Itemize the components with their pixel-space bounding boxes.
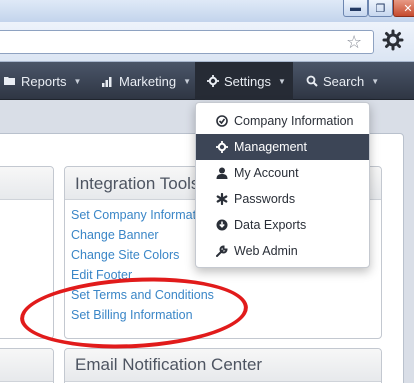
menu-item-data-exports[interactable]: Data Exports <box>196 212 369 238</box>
download-icon <box>216 219 228 231</box>
menu-item-label: My Account <box>234 166 299 180</box>
search-icon <box>306 75 318 87</box>
menu-item-company-information[interactable]: Company Information <box>196 108 369 134</box>
menu-item-label: Data Exports <box>234 218 307 232</box>
close-button[interactable]: ✕ <box>393 0 414 17</box>
menu-item-my-account[interactable]: My Account <box>196 160 369 186</box>
integration-tools-title: Integration Tools <box>75 174 200 193</box>
chevron-down-icon: ▼ <box>277 76 286 86</box>
bar-chart-icon <box>102 77 112 87</box>
gear-icon <box>207 75 219 87</box>
set-company-information-link[interactable]: Set Company Information <box>71 205 214 225</box>
email-notification-panel: Email Notification Center <box>64 348 382 383</box>
check-circle-icon <box>216 115 228 127</box>
change-site-colors-link[interactable]: Change Site Colors <box>71 245 214 265</box>
menu-item-label: Passwords <box>234 192 296 206</box>
app-navbar: Reports ▼ Marketing ▼ Settings ▼ Search … <box>0 62 414 100</box>
maximize-button[interactable]: ❐ <box>368 0 393 17</box>
left-lower-panel <box>0 348 54 383</box>
menu-item-label: Company Information <box>234 114 354 128</box>
browser-toolbar: ☆ <box>0 22 414 62</box>
change-banner-link[interactable]: Change Banner <box>71 225 214 245</box>
bookmark-star-icon[interactable]: ☆ <box>346 33 362 51</box>
nav-reports[interactable]: Reports ▼ <box>0 62 85 100</box>
nav-marketing[interactable]: Marketing ▼ <box>96 62 197 100</box>
left-lower-panel-header <box>0 349 53 382</box>
asterisk-icon <box>216 193 228 205</box>
minimize-button[interactable]: ▬ <box>343 0 368 17</box>
user-icon <box>216 167 228 179</box>
wrench-menu-icon[interactable] <box>382 29 404 51</box>
menu-item-label: Web Admin <box>234 244 298 258</box>
chevron-down-icon: ▼ <box>183 76 191 86</box>
menu-item-label: Management <box>234 140 307 154</box>
nav-search-label: Search <box>323 73 365 89</box>
email-notification-title: Email Notification Center <box>75 355 263 374</box>
menu-item-management[interactable]: Management <box>196 134 369 160</box>
settings-dropdown: Company Information Management My Accoun… <box>195 102 370 268</box>
nav-search[interactable]: Search ▼ <box>296 62 389 100</box>
nav-reports-label: Reports <box>21 73 67 89</box>
menu-item-passwords[interactable]: Passwords <box>196 186 369 212</box>
email-notification-header: Email Notification Center <box>65 349 381 382</box>
nav-settings[interactable]: Settings ▼ <box>195 62 293 100</box>
wrench-icon <box>216 245 228 257</box>
chevron-down-icon: ▼ <box>73 76 82 86</box>
nav-settings-label: Settings <box>224 73 271 89</box>
gear-icon <box>216 141 228 153</box>
address-bar[interactable]: ☆ <box>0 30 374 54</box>
menu-item-web-admin[interactable]: Web Admin <box>196 238 369 264</box>
folder-icon <box>4 77 15 85</box>
nav-marketing-label: Marketing <box>119 73 177 89</box>
window-titlebar: ▬ ❐ ✕ <box>0 0 414 22</box>
left-panel-header <box>0 167 53 200</box>
chevron-down-icon: ▼ <box>371 76 380 86</box>
